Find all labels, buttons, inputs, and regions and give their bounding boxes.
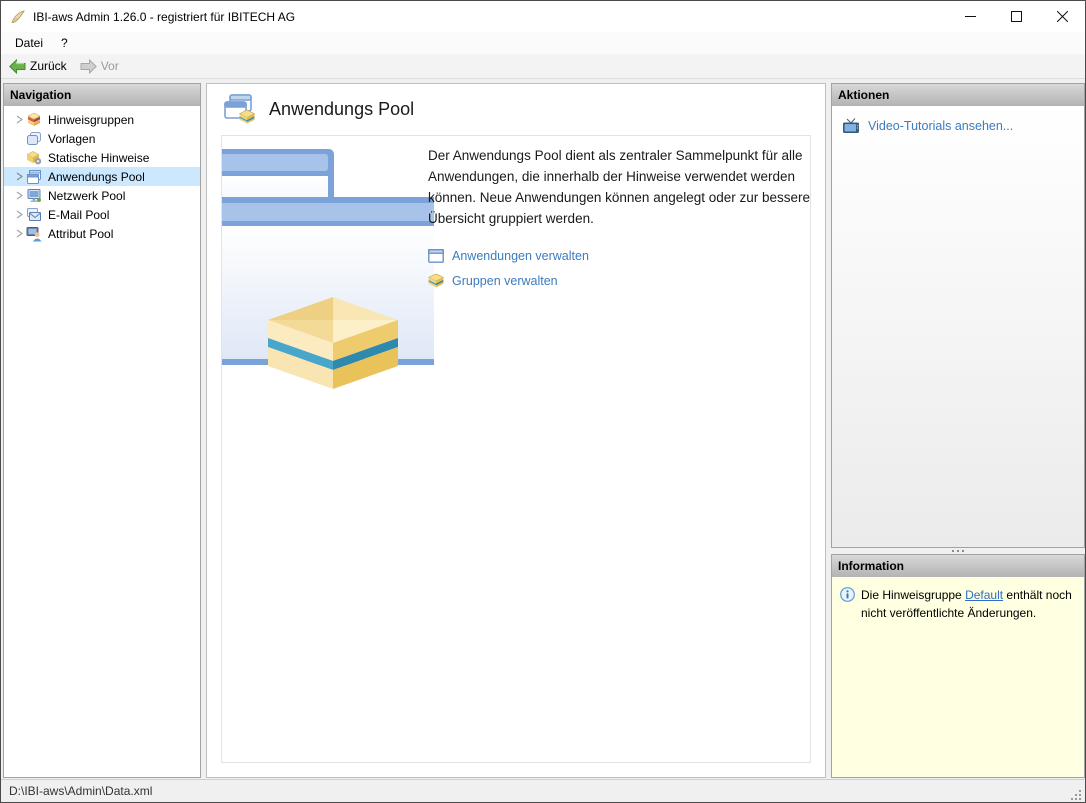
nav-item-anwendungs-pool[interactable]: Anwendungs Pool [4,167,200,186]
chevron-right-icon[interactable] [12,172,26,181]
link-row-anwendungen: Anwendungen verwalten [428,249,811,263]
nav-item-label: Statische Hinweise [48,151,149,165]
maximize-icon [1011,11,1022,22]
chevron-right-icon[interactable] [12,115,26,124]
back-label: Zurück [30,59,67,73]
nav-item-label: E-Mail Pool [48,208,109,222]
back-button[interactable]: Zurück [4,57,72,76]
chevron-right-icon[interactable] [12,229,26,238]
main-header: Anwendungs Pool [207,84,825,134]
menu-help[interactable]: ? [52,33,77,53]
description-text: Der Anwendungs Pool dient als zentraler … [428,145,811,229]
statusbar-file-path: D:\IBI-aws\Admin\Data.xml [9,784,1070,798]
default-group-link[interactable]: Default [965,588,1003,602]
app-icon [10,9,26,25]
maximize-button[interactable] [993,1,1039,32]
nav-item-hinweisgruppen[interactable]: Hinweisgruppen [4,110,200,129]
app-window: IBI-aws Admin 1.26.0 - registriert für I… [0,0,1086,803]
close-button[interactable] [1039,1,1085,32]
anwendungen-verwalten-link[interactable]: Anwendungen verwalten [452,249,589,263]
chevron-right-icon[interactable] [12,191,26,200]
forward-label: Vor [101,59,119,73]
layers-icon [26,112,42,128]
info-icon [840,587,855,602]
splitter-grip-icon [952,550,964,552]
app-windows-icon [26,169,42,185]
nav-item-label: Vorlagen [48,132,95,146]
anwendungs-pool-icon [223,93,257,125]
nav-item-vorlagen[interactable]: Vorlagen [4,129,200,148]
titlebar: IBI-aws Admin 1.26.0 - registriert für I… [1,1,1085,32]
resize-grip[interactable] [1070,789,1083,802]
nav-item-label: Attribut Pool [48,227,113,241]
gruppen-verwalten-link[interactable]: Gruppen verwalten [452,274,558,288]
actions-body: Video-Tutorials ansehen... [832,106,1084,547]
group-box-icon [428,273,444,288]
forward-arrow-icon [80,59,97,74]
minimize-button[interactable] [947,1,993,32]
applications-illustration [222,142,434,392]
actions-header: Aktionen [832,84,1084,106]
menu-datei[interactable]: Datei [6,33,52,53]
app-window-icon [428,249,444,263]
documents-icon [26,131,42,147]
main-content: Der Anwendungs Pool dient als zentraler … [428,145,811,288]
link-row-gruppen: Gruppen verwalten [428,273,811,288]
actions-panel: Aktionen Video-Tutorials ansehen... [831,83,1085,548]
info-text-before: Die Hinweisgruppe [861,588,965,602]
navigation-header: Navigation [4,84,200,106]
network-monitor-icon [26,188,42,204]
information-header: Information [832,555,1084,577]
nav-item-label: Anwendungs Pool [48,170,145,184]
window-controls [947,1,1085,32]
minimize-icon [965,11,976,22]
toolbar: Zurück Vor [1,54,1085,79]
nav-item-statische-hinweise[interactable]: Statische Hinweise [4,148,200,167]
forward-button[interactable]: Vor [75,57,124,76]
nav-item-attribut-pool[interactable]: Attribut Pool [4,224,200,243]
content-card: Der Anwendungs Pool dient als zentraler … [221,135,811,763]
nav-item-label: Netzwerk Pool [48,189,125,203]
navigation-tree: Hinweisgruppen Vorlagen [4,106,200,243]
close-icon [1057,11,1068,22]
information-panel: Information Die Hinweisgruppe Default en… [831,554,1085,778]
video-tv-icon [842,118,860,134]
window-title: IBI-aws Admin 1.26.0 - registriert für I… [33,10,947,24]
main-panel: Anwendungs Pool [206,83,826,778]
menubar: Datei ? [1,32,1085,54]
video-tutorials-link[interactable]: Video-Tutorials ansehen... [868,119,1013,133]
link-row-video-tutorials: Video-Tutorials ansehen... [842,118,1074,134]
navigation-panel: Navigation Hinweisgruppen [3,83,201,778]
chevron-right-icon[interactable] [12,210,26,219]
nav-item-netzwerk-pool[interactable]: Netzwerk Pool [4,186,200,205]
page-title: Anwendungs Pool [269,99,414,120]
back-arrow-icon [9,59,26,74]
nav-item-email-pool[interactable]: E-Mail Pool [4,205,200,224]
nav-item-label: Hinweisgruppen [48,113,134,127]
information-body: Die Hinweisgruppe Default enthält noch n… [832,577,1084,631]
box-gear-icon [26,150,42,166]
user-monitor-icon [26,226,42,242]
information-text: Die Hinweisgruppe Default enthält noch n… [861,586,1076,622]
statusbar: D:\IBI-aws\Admin\Data.xml [1,779,1085,802]
email-icon [26,207,42,223]
